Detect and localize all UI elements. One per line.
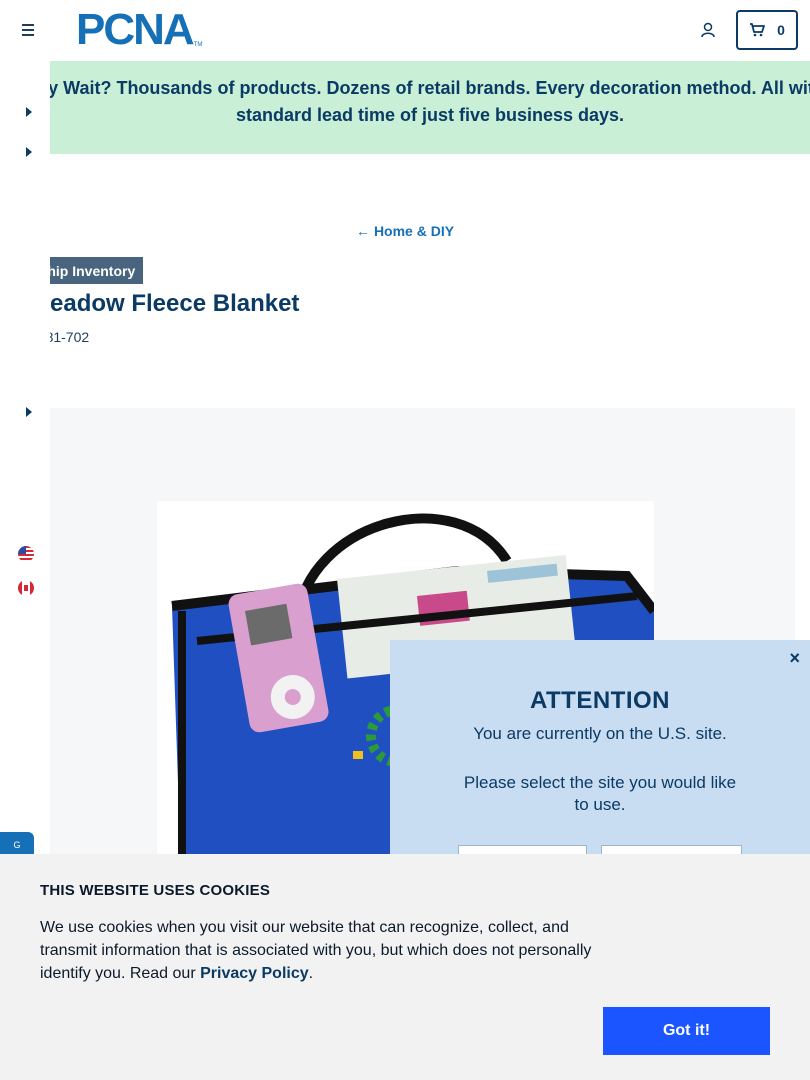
close-icon[interactable]: × xyxy=(789,648,800,669)
modal-current-site-text: You are currently on the U.S. site. xyxy=(473,724,727,743)
caret-right-icon[interactable] xyxy=(26,147,32,157)
cookie-period: . xyxy=(308,965,314,982)
back-to-category-link[interactable]: ← Home & DIY xyxy=(0,223,810,239)
promo-banner-text: Why Wait? Thousands of products. Dozens … xyxy=(50,78,810,125)
product-title: Meadow Fleece Blanket xyxy=(30,290,300,317)
logo-trademark: TM xyxy=(193,42,203,48)
cart-count: 0 xyxy=(777,22,785,38)
hamburger-menu-icon[interactable] xyxy=(18,20,38,40)
back-link-label: Home & DIY xyxy=(373,223,455,239)
privacy-policy-link[interactable]: Privacy Policy xyxy=(200,965,309,982)
cart-button[interactable]: 0 xyxy=(736,10,798,50)
cookie-text: We use cookies when you visit our websit… xyxy=(40,916,610,985)
arrow-left-icon: ← xyxy=(355,223,370,239)
site-header: PCNA TM 0 xyxy=(0,0,810,61)
logo-text: PCNA xyxy=(76,5,195,54)
cookie-body: We use cookies when you visit our websit… xyxy=(40,919,592,982)
accept-cookies-button[interactable]: Got it! xyxy=(603,1007,770,1055)
promo-banner: Why Wait? Thousands of products. Dozens … xyxy=(50,61,810,154)
page: PCNA TM 0 Why Wait? Thousands of product… xyxy=(0,0,810,1080)
us-flag-icon[interactable] xyxy=(18,546,34,562)
caret-right-icon[interactable] xyxy=(26,107,32,117)
cookie-title: THIS WEBSITE USES COOKIES xyxy=(40,882,271,899)
modal-select-site-text: Please select the site you would like to… xyxy=(463,773,737,814)
cart-icon xyxy=(750,23,765,37)
cookie-banner: THIS WEBSITE USES COOKIES We use cookies… xyxy=(0,854,810,1080)
account-icon[interactable] xyxy=(699,21,717,39)
modal-title: ATTENTION xyxy=(529,687,671,714)
canada-flag-icon[interactable] xyxy=(18,580,34,596)
site-selection-modal: × ATTENTION You are currently on the U.S… xyxy=(390,640,810,881)
pcna-logo[interactable]: PCNA TM xyxy=(76,5,203,54)
caret-right-icon[interactable] xyxy=(26,407,32,417)
